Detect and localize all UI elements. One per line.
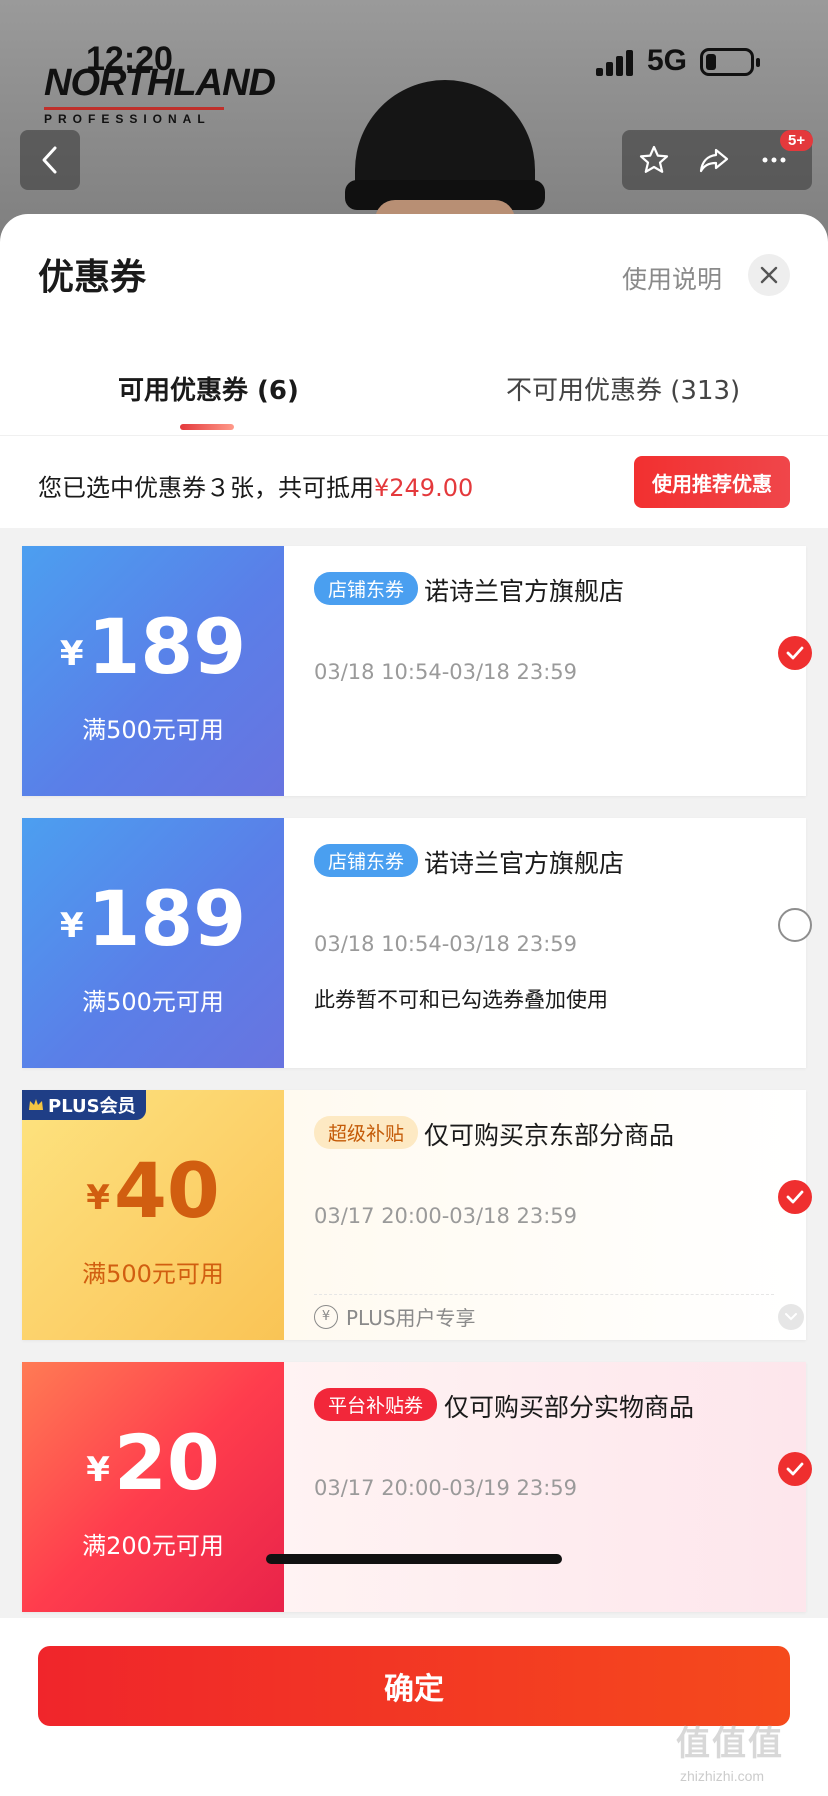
- coupon-value-panel: PLUS会员 ¥40 满500元可用: [22, 1090, 284, 1340]
- coupon-list: ¥189 满500元可用 店铺东券 诺诗兰官方旗舰店 03/18 10:54-0…: [0, 528, 828, 1648]
- coupon-title: 诺诗兰官方旗舰店: [424, 849, 625, 878]
- coupon-value: 189: [87, 874, 247, 963]
- tab-unavailable[interactable]: 不可用优惠券 (313): [506, 370, 740, 407]
- currency-symbol: ¥: [86, 1178, 110, 1218]
- back-button[interactable]: [20, 130, 80, 190]
- coupon-title: 仅可购买京东部分商品: [424, 1121, 675, 1150]
- sheet-title: 优惠券: [38, 257, 147, 298]
- plus-exclusive-note: ¥ PLUS用户专享: [314, 1302, 476, 1331]
- check-icon: [786, 646, 804, 660]
- coupon-amount: ¥40: [22, 1146, 284, 1235]
- coupon-tag: 店铺东券: [314, 844, 419, 877]
- coupon-checkbox[interactable]: [778, 636, 812, 670]
- currency-symbol: ¥: [59, 906, 84, 946]
- tab-available[interactable]: 可用优惠券 (6): [118, 370, 299, 407]
- message-count-badge: 5+: [780, 130, 814, 151]
- chevron-down-icon: [785, 1313, 797, 1321]
- plus-badge-label: PLUS会员: [48, 1096, 136, 1117]
- coupon-card[interactable]: ¥20 满200元可用 平台补贴券 仅可购买部分实物商品 03/17 20:00…: [22, 1362, 812, 1612]
- summary-text: 您已选中优惠券３张，共可抵用¥249.00: [38, 468, 473, 503]
- coupon-condition: 满500元可用: [82, 1260, 224, 1288]
- close-icon: [760, 266, 778, 284]
- coupon-card[interactable]: ¥189 满500元可用 店铺东券 诺诗兰官方旗舰店 03/18 10:54-0…: [22, 546, 812, 796]
- coupon-condition: 满500元可用: [82, 988, 224, 1016]
- coupon-checkbox[interactable]: [778, 1180, 812, 1214]
- signal-icon: [596, 50, 636, 76]
- coupon-condition: 满500元可用: [82, 716, 224, 744]
- selection-summary: 您已选中优惠券３张，共可抵用¥249.00 使用推荐优惠: [0, 440, 828, 528]
- coupon-condition: 满200元可用: [82, 1532, 224, 1560]
- coupon-tabs: 可用优惠券 (6) 不可用优惠券 (313): [0, 354, 828, 436]
- coupon-validity: 03/17 20:00-03/19 23:59: [314, 1476, 578, 1500]
- coupon-validity: 03/17 20:00-03/18 23:59: [314, 1204, 578, 1228]
- coupon-details: 店铺东券 诺诗兰官方旗舰店 03/18 10:54-03/18 23:59 此券…: [284, 818, 812, 1068]
- coupon-tag: 平台补贴券: [314, 1388, 438, 1421]
- plus-exclusive-label: PLUS用户专享: [346, 1306, 476, 1330]
- coupon-value-panel: ¥189 满500元可用: [22, 818, 284, 1068]
- check-icon: [786, 1190, 804, 1204]
- coupon-title: 仅可购买部分实物商品: [444, 1393, 695, 1422]
- divider: [314, 1294, 774, 1295]
- coupon-value-panel: ¥20 满200元可用: [22, 1362, 284, 1612]
- coupon-card[interactable]: ¥189 满500元可用 店铺东券 诺诗兰官方旗舰店 03/18 10:54-0…: [22, 818, 812, 1068]
- close-button[interactable]: [748, 254, 790, 296]
- watermark: 值值值: [676, 1724, 784, 1764]
- status-time: 12:20: [86, 40, 173, 78]
- watermark-sub: zhizhizhi.com: [680, 1768, 765, 1784]
- share-icon[interactable]: [698, 144, 730, 176]
- coupon-amount: ¥189: [22, 874, 284, 963]
- summary-prefix: 您已选中优惠券３张，共可抵用: [38, 474, 374, 502]
- coupon-value: 189: [87, 602, 247, 691]
- coupon-value: 40: [113, 1146, 220, 1235]
- battery-icon: [700, 48, 754, 76]
- coupon-validity: 03/18 10:54-03/18 23:59: [314, 660, 578, 684]
- network-type: 5G: [647, 44, 688, 77]
- use-recommended-button[interactable]: 使用推荐优惠: [634, 456, 790, 508]
- coupon-details: 超级补贴 仅可购买京东部分商品 03/17 20:00-03/18 23:59 …: [284, 1090, 812, 1340]
- coupon-amount: ¥189: [22, 602, 284, 691]
- coupon-value-panel: ¥189 满500元可用: [22, 546, 284, 796]
- coupon-title: 诺诗兰官方旗舰店: [424, 577, 625, 606]
- currency-symbol: ¥: [86, 1450, 110, 1490]
- crown-icon: [29, 1099, 43, 1110]
- coupon-note: 此券暂不可和已勾选券叠加使用: [314, 988, 608, 1012]
- coupon-tag: 超级补贴: [314, 1116, 419, 1149]
- status-bar: 12:20 5G: [0, 0, 828, 120]
- star-icon[interactable]: [638, 144, 670, 176]
- currency-symbol: ¥: [59, 634, 84, 674]
- coupon-card[interactable]: PLUS会员 ¥40 满500元可用 超级补贴 仅可购买京东部分商品 03/17…: [22, 1090, 812, 1340]
- usage-instructions-link[interactable]: 使用说明: [622, 260, 722, 296]
- expand-button[interactable]: [778, 1304, 804, 1330]
- summary-amount: ¥249.00: [374, 474, 474, 502]
- coupon-details: 店铺东券 诺诗兰官方旗舰店 03/18 10:54-03/18 23:59: [284, 546, 812, 796]
- home-indicator: [266, 1554, 562, 1564]
- coupon-validity: 03/18 10:54-03/18 23:59: [314, 932, 578, 956]
- confirm-button[interactable]: 确定: [38, 1646, 790, 1726]
- coupon-checkbox[interactable]: [778, 1452, 812, 1486]
- coupon-amount: ¥20: [22, 1418, 284, 1507]
- chevron-left-icon: [42, 146, 57, 174]
- coupon-tag: 店铺东券: [314, 572, 419, 605]
- plus-member-badge: PLUS会员: [22, 1090, 146, 1120]
- coupon-details: 平台补贴券 仅可购买部分实物商品 03/17 20:00-03/19 23:59: [284, 1362, 812, 1612]
- yuan-icon: ¥: [314, 1304, 338, 1329]
- tab-indicator: [180, 424, 234, 430]
- coupon-value: 20: [113, 1418, 220, 1507]
- coupon-checkbox[interactable]: [778, 908, 812, 942]
- battery-tip: [756, 58, 760, 67]
- check-icon: [786, 1462, 804, 1476]
